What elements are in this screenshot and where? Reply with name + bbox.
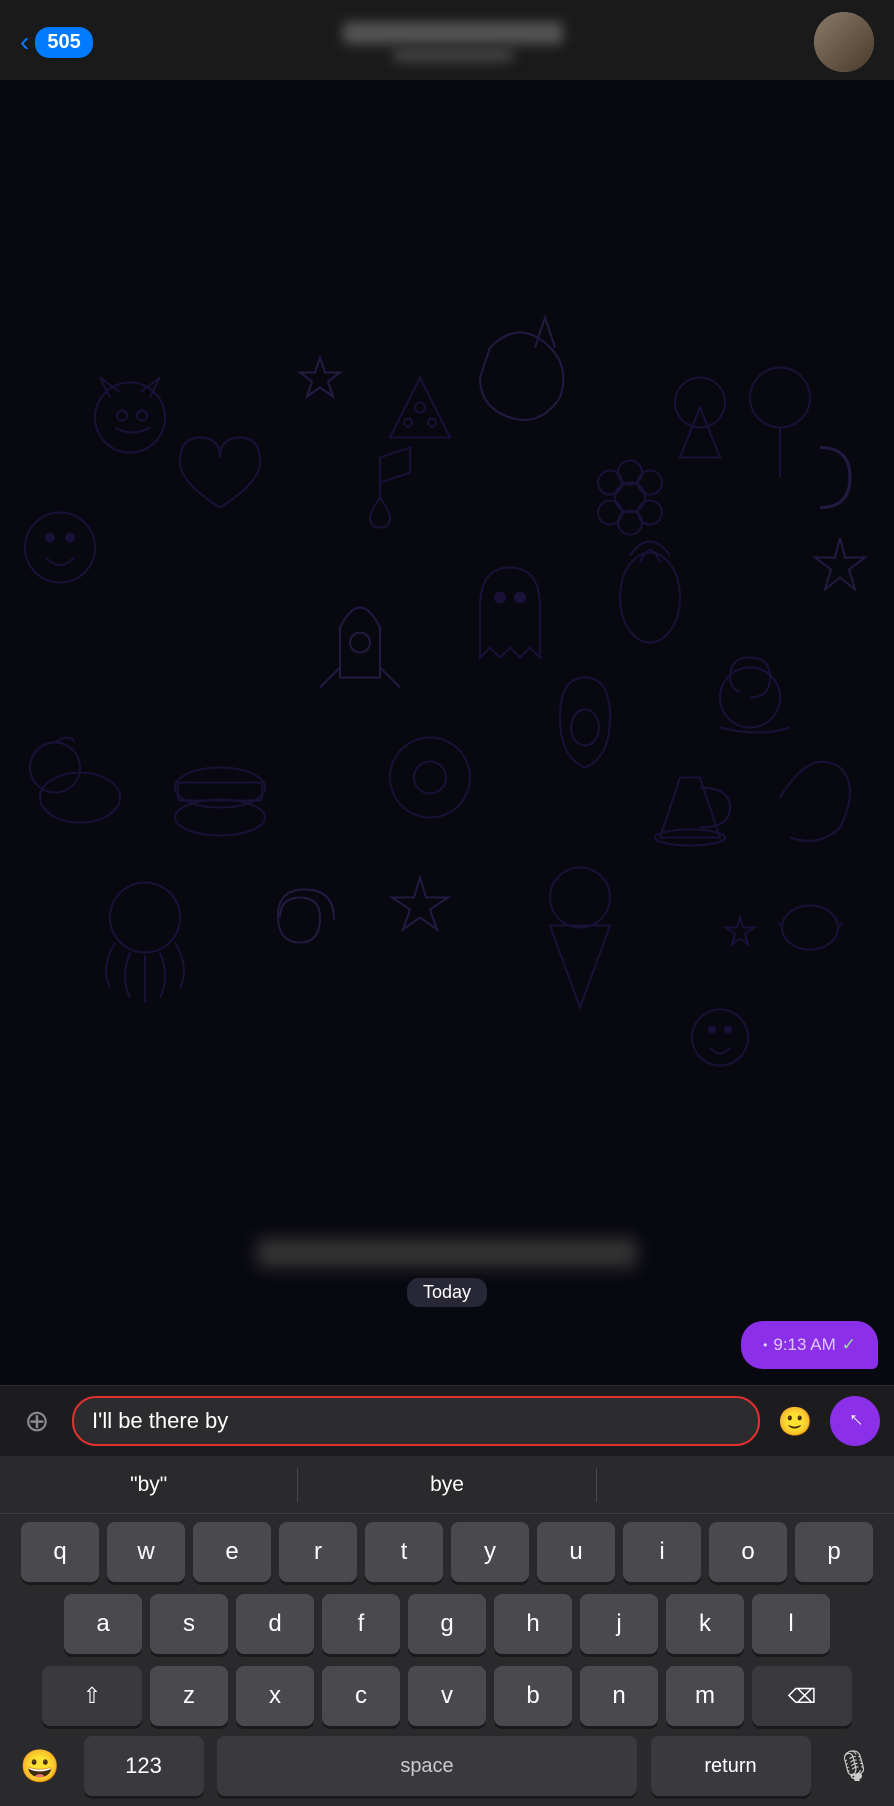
key-f[interactable]: f: [322, 1594, 400, 1654]
doodle-svg: [0, 80, 894, 1385]
read-checkmark-icon: ✓: [842, 1335, 856, 1355]
key-z[interactable]: z: [150, 1666, 228, 1726]
autocomplete-item-empty[interactable]: [597, 1456, 894, 1513]
key-j[interactable]: j: [580, 1594, 658, 1654]
key-s[interactable]: s: [150, 1594, 228, 1654]
key-u[interactable]: u: [537, 1522, 615, 1582]
keyboard-row-1: q w e r t y u i o p: [0, 1514, 894, 1586]
doodle-background: [0, 80, 894, 1385]
keyboard-row-2: a s d f g h j k l: [0, 1586, 894, 1658]
emoji-button[interactable]: 🙂: [772, 1398, 818, 1444]
header-center: [343, 22, 563, 62]
avatar-image: [814, 12, 874, 72]
key-q[interactable]: q: [21, 1522, 99, 1582]
key-m[interactable]: m: [666, 1666, 744, 1726]
send-button[interactable]: ↑: [830, 1396, 880, 1446]
message-row-sent: • 9:13 AM ✓: [741, 1321, 878, 1369]
key-a[interactable]: a: [64, 1594, 142, 1654]
header: ‹ 505: [0, 0, 894, 80]
return-key[interactable]: return: [651, 1736, 811, 1796]
space-key[interactable]: space: [217, 1736, 637, 1796]
chat-area: Today • 9:13 AM ✓: [0, 80, 894, 1385]
mic-button[interactable]: 🎙: [824, 1741, 884, 1791]
shift-key[interactable]: ⇧: [42, 1666, 142, 1726]
delete-key[interactable]: ⌫: [752, 1666, 852, 1726]
avatar[interactable]: [814, 12, 874, 72]
key-d[interactable]: d: [236, 1594, 314, 1654]
key-i[interactable]: i: [623, 1522, 701, 1582]
messages-container: Today • 9:13 AM ✓: [0, 1228, 894, 1385]
contact-sub-blurred: [393, 48, 513, 62]
contact-name-blurred: [343, 22, 563, 44]
key-o[interactable]: o: [709, 1522, 787, 1582]
back-button[interactable]: ‹ 505: [20, 27, 93, 58]
key-n[interactable]: n: [580, 1666, 658, 1726]
message-dot: •: [763, 1338, 767, 1352]
attach-button[interactable]: ⊕: [14, 1398, 60, 1444]
send-icon: ↑: [842, 1406, 868, 1432]
key-b[interactable]: b: [494, 1666, 572, 1726]
autocomplete-bar: "by" bye: [0, 1456, 894, 1514]
input-area: ⊕ 🙂 ↑: [0, 1385, 894, 1456]
key-t[interactable]: t: [365, 1522, 443, 1582]
key-w[interactable]: w: [107, 1522, 185, 1582]
blurred-message: [257, 1238, 637, 1268]
key-p[interactable]: p: [795, 1522, 873, 1582]
date-label: Today: [407, 1278, 487, 1307]
key-k[interactable]: k: [666, 1594, 744, 1654]
back-chevron-icon: ‹: [20, 28, 29, 56]
key-c[interactable]: c: [322, 1666, 400, 1726]
message-input[interactable]: [92, 1408, 740, 1434]
attach-icon: ⊕: [24, 1404, 49, 1439]
message-time: 9:13 AM: [773, 1335, 835, 1355]
keyboard-row-3: ⇧ z x c v b n m ⌫: [0, 1658, 894, 1730]
key-l[interactable]: l: [752, 1594, 830, 1654]
autocomplete-item-bye[interactable]: bye: [298, 1456, 595, 1513]
key-r[interactable]: r: [279, 1522, 357, 1582]
key-v[interactable]: v: [408, 1666, 486, 1726]
sent-bubble: • 9:13 AM ✓: [741, 1321, 878, 1369]
keyboard: q w e r t y u i o p a s d f g h j k l ⇧ …: [0, 1514, 894, 1806]
emoji-keyboard-button[interactable]: 😀: [10, 1741, 70, 1791]
mic-icon: 🎙: [835, 1749, 873, 1784]
key-g[interactable]: g: [408, 1594, 486, 1654]
key-y[interactable]: y: [451, 1522, 529, 1582]
key-x[interactable]: x: [236, 1666, 314, 1726]
key-e[interactable]: e: [193, 1522, 271, 1582]
emoji-icon: 🙂: [778, 1405, 813, 1438]
autocomplete-item-by[interactable]: "by": [0, 1456, 297, 1513]
emoji-kb-icon: 😀: [20, 1747, 60, 1785]
text-input-wrapper[interactable]: [72, 1396, 760, 1446]
keyboard-bottom-row: 😀 123 space return 🎙: [0, 1730, 894, 1806]
key-h[interactable]: h: [494, 1594, 572, 1654]
numbers-key[interactable]: 123: [84, 1736, 204, 1796]
back-badge: 505: [35, 27, 92, 58]
